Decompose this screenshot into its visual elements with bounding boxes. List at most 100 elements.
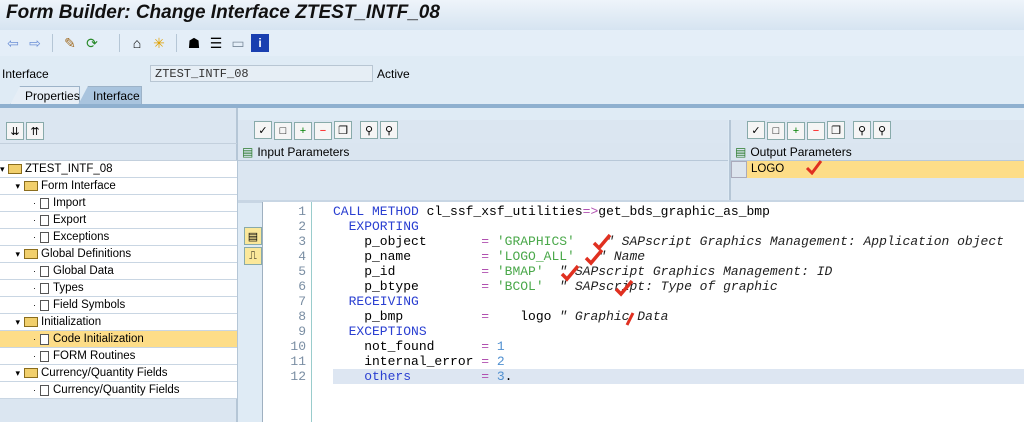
back-icon[interactable]: ⇦ [4, 34, 22, 52]
check-icon[interactable]: ✓ [254, 121, 272, 139]
code-line[interactable]: EXPORTING [333, 219, 419, 234]
code-token: not_found [333, 339, 482, 354]
forward-icon[interactable]: ⇨ [26, 34, 44, 52]
red-checkmark-annotation [560, 264, 580, 282]
find-next-icon[interactable]: ⚲ [380, 121, 398, 139]
find-icon[interactable]: ⚲ [360, 121, 378, 139]
output-param-name[interactable]: LOGO [747, 161, 1024, 178]
tree-item[interactable]: · Types [0, 280, 237, 297]
expand-arrow-icon[interactable]: ▾ [0, 164, 8, 175]
line-number: 8 [298, 309, 306, 324]
panel-icon[interactable]: ▭ [229, 34, 247, 52]
code-token: 1 [496, 339, 505, 354]
find-icon[interactable]: ⚲ [853, 121, 871, 139]
expand-all-button[interactable]: ⇊ [6, 122, 24, 140]
tree-item[interactable]: ▾ Form Interface [0, 178, 237, 195]
tree-item[interactable]: · Export [0, 212, 237, 229]
pattern-icon[interactable]: ▤ [244, 227, 262, 245]
code-line[interactable]: p_id = 'BMAP' " SAPscript Graphics Manag… [333, 264, 832, 279]
layout-icon[interactable]: ☰ [207, 34, 225, 52]
code-token: = [481, 249, 497, 264]
tab-properties[interactable]: Properties [10, 86, 80, 105]
tree-item-label: Currency/Quantity Fields [41, 367, 168, 379]
code-token: 3 [496, 369, 505, 384]
tree-item[interactable]: ▾ Currency/Quantity Fields [0, 365, 237, 382]
magic-wand-icon[interactable]: ✳ [150, 34, 168, 52]
tree-item[interactable]: · Import [0, 195, 237, 212]
insert-row-icon[interactable]: + [294, 121, 312, 140]
document-icon [40, 265, 49, 277]
code-token: get_bds_graphic_as_bmp [598, 204, 770, 219]
code-token: = [481, 279, 497, 294]
code-token: p_bmp [333, 309, 482, 324]
expand-arrow-icon[interactable]: ▾ [0, 181, 24, 192]
tree-header [0, 143, 237, 161]
copy-icon[interactable]: ❐ [334, 121, 352, 139]
code-token: p_name [333, 249, 482, 264]
code-token: EXCEPTIONS [333, 324, 427, 339]
check-icon[interactable]: ✓ [747, 121, 765, 139]
code-line[interactable]: not_found = 1 [333, 339, 505, 354]
activate-icon[interactable]: ⟳ [83, 34, 101, 52]
tree-item[interactable]: · Field Symbols [0, 297, 237, 314]
code-line[interactable]: p_bmp = logo " Graphic Data [333, 309, 668, 324]
red-checkmark-annotation [584, 248, 604, 266]
tree-item[interactable]: ▾ ZTEST_INTF_08 [0, 161, 237, 178]
hierarchy-icon[interactable]: ⌂ [128, 34, 146, 52]
expand-arrow-icon[interactable]: ▾ [0, 249, 24, 260]
tree-item-label: Types [53, 282, 84, 294]
code-token: RECEIVING [333, 294, 419, 309]
tree-item[interactable]: · Currency/Quantity Fields [0, 382, 237, 399]
display-change-icon[interactable]: ✎ [61, 34, 79, 52]
document-icon [40, 214, 49, 226]
code-line[interactable]: EXCEPTIONS [333, 324, 427, 339]
table-row[interactable]: LOGO [731, 161, 1024, 178]
code-token: . [504, 369, 513, 384]
copy-icon[interactable]: ❐ [827, 121, 845, 139]
code-editor[interactable]: 1 CALL METHOD cl_ssf_xsf_utilities=>get_b… [262, 202, 1024, 422]
delete-row-icon[interactable]: − [314, 121, 332, 140]
tree-item[interactable]: · Global Data [0, 263, 237, 280]
tree-item[interactable]: ▾ Global Definitions [0, 246, 237, 263]
tab-interface[interactable]: Interface [78, 86, 142, 105]
code-token: internal_error [333, 354, 482, 369]
line-number: 3 [298, 234, 306, 249]
tree-item-label: Import [53, 197, 86, 209]
document-icon [40, 231, 49, 243]
find-next-icon[interactable]: ⚲ [873, 121, 891, 139]
tree-item[interactable]: · Exceptions [0, 229, 237, 246]
new-row-icon[interactable]: □ [274, 121, 292, 140]
code-token: cl_ssf_xsf_utilities [426, 204, 583, 219]
code-token: " SAPscript Graphics Management: ID [543, 264, 833, 279]
bullet-icon: · [33, 385, 36, 395]
delete-row-icon[interactable]: − [807, 121, 825, 140]
code-line[interactable]: others = 3. [333, 369, 512, 384]
tree-item[interactable]: ▾ Initialization [0, 314, 237, 331]
code-line[interactable]: p_object = 'GRAPHICS' " SAPscript Graphi… [333, 234, 1004, 249]
code-line[interactable]: RECEIVING [333, 294, 419, 309]
interface-name-field[interactable]: ZTEST_INTF_08 [150, 65, 373, 82]
bullet-icon: · [33, 334, 36, 344]
code-token: = [481, 264, 497, 279]
expand-arrow-icon[interactable]: ▾ [0, 317, 24, 328]
insert-row-icon[interactable]: + [787, 121, 805, 140]
marker-icon[interactable]: ⎍ [244, 247, 262, 265]
expand-arrow-icon[interactable]: ▾ [0, 368, 24, 379]
info-icon[interactable]: i [251, 34, 269, 52]
new-row-icon[interactable]: □ [767, 121, 785, 140]
code-token: = [481, 234, 497, 249]
line-number: 9 [298, 324, 306, 339]
toolbar: ⇦ ⇨ ✎ ⟳ ⌂ ✳ ☗ ☰ ▭ i [0, 30, 1024, 56]
tree-item[interactable]: · FORM Routines [0, 348, 237, 365]
tab-strip: Properties Interface [0, 84, 1024, 105]
collapse-all-button[interactable]: ⇈ [26, 122, 44, 140]
row-selector[interactable] [731, 161, 747, 178]
tree-icon[interactable]: ☗ [185, 34, 203, 52]
code-line[interactable]: internal_error = 2 [333, 354, 504, 369]
code-line[interactable]: CALL METHOD cl_ssf_xsf_utilities=>get_bd… [333, 204, 770, 219]
tree-item[interactable]: · Code Initialization [0, 331, 237, 348]
code-line[interactable]: p_btype = 'BCOL' " SAPscript: Type of gr… [333, 279, 778, 294]
tree-item-label: Export [53, 214, 87, 226]
folder-icon [24, 249, 38, 259]
